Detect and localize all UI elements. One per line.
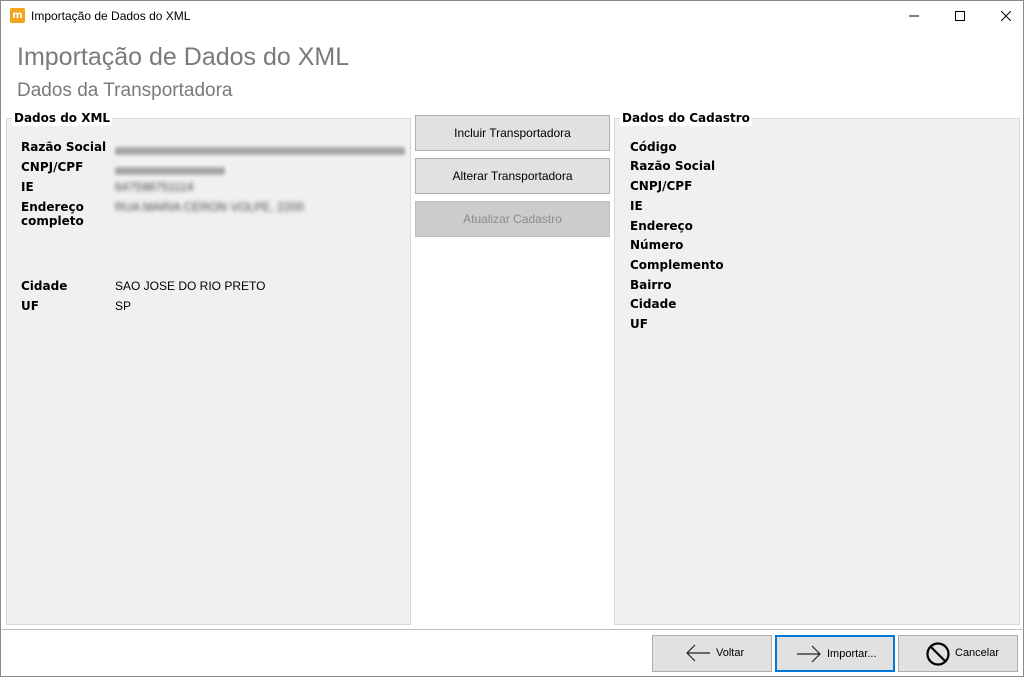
incluir-transportadora-button[interactable]: Incluir Transportadora — [415, 115, 610, 151]
page-title: Importação de Dados do XML — [17, 43, 350, 71]
xml-group-legend: Dados do XML — [12, 111, 113, 126]
ie-label: IE — [21, 180, 34, 194]
cnpj-value — [115, 164, 225, 179]
cadastro-label-razao-social: Razão Social — [630, 159, 716, 173]
page-subtitle: Dados da Transportadora — [17, 80, 233, 101]
main-window: m Importação de Dados do XML Importação … — [0, 0, 1024, 677]
cadastro-label-complemento: Complemento — [630, 258, 724, 272]
razao-social-redacted — [115, 147, 405, 155]
cadastro-data-group: Dados do Cadastro Código Razão Social CN… — [614, 111, 1020, 625]
cadastro-label-cidade: Cidade — [630, 297, 677, 311]
endereco-value: RUA MARIA CERON VOLPE, 2200 — [115, 200, 304, 214]
maximize-icon — [955, 11, 965, 21]
app-logo-icon: m — [10, 8, 25, 23]
cnpj-redacted — [115, 167, 225, 175]
close-button[interactable] — [983, 1, 1024, 31]
window-title: Importação de Dados do XML — [31, 9, 191, 23]
atualizar-cadastro-button[interactable]: Atualizar Cadastro — [415, 201, 610, 237]
minimize-button[interactable] — [891, 1, 937, 31]
cadastro-label-cnpj: CNPJ/CPF — [630, 179, 693, 193]
ie-value: 647598751114 — [115, 180, 194, 194]
title-bar: m Importação de Dados do XML — [1, 1, 1023, 31]
cadastro-label-numero: Número — [630, 238, 684, 252]
cancel-prohibited-icon — [926, 642, 950, 666]
uf-label: UF — [21, 299, 39, 313]
cadastro-group-legend: Dados do Cadastro — [620, 111, 752, 126]
arrow-right-icon — [797, 645, 821, 663]
cidade-label: Cidade — [21, 279, 68, 293]
importar-button[interactable]: Importar... — [775, 635, 895, 672]
voltar-label: Voltar — [716, 647, 745, 659]
cnpj-label: CNPJ/CPF — [21, 160, 84, 174]
cadastro-label-bairro: Bairro — [630, 278, 672, 292]
close-icon — [1001, 11, 1011, 21]
cancelar-button[interactable]: Cancelar — [898, 635, 1018, 672]
endereco-label-line2: completo — [21, 214, 84, 228]
maximize-button[interactable] — [937, 1, 983, 31]
importar-label: Importar... — [827, 648, 877, 660]
cadastro-label-codigo: Código — [630, 140, 677, 154]
minimize-icon — [909, 15, 919, 17]
cidade-value: SAO JOSE DO RIO PRETO — [115, 279, 266, 293]
cadastro-label-ie: IE — [630, 199, 643, 213]
razao-social-value — [115, 144, 405, 159]
cadastro-label-uf: UF — [630, 317, 648, 331]
cancelar-label: Cancelar — [955, 647, 1000, 659]
footer-divider — [2, 629, 1024, 630]
uf-value: SP — [115, 299, 132, 313]
arrow-left-icon — [686, 644, 710, 662]
voltar-button[interactable]: Voltar — [652, 635, 772, 672]
page-header: Importação de Dados do XML Dados da Tran… — [2, 31, 1024, 109]
razao-social-label: Razão Social — [21, 140, 107, 154]
alterar-transportadora-button[interactable]: Alterar Transportadora — [415, 158, 610, 194]
endereco-label: Endereço — [21, 200, 84, 214]
xml-data-group: Dados do XML Razão Social CNPJ/CPF IE 64… — [6, 111, 411, 625]
cadastro-label-endereco: Endereço — [630, 219, 693, 233]
